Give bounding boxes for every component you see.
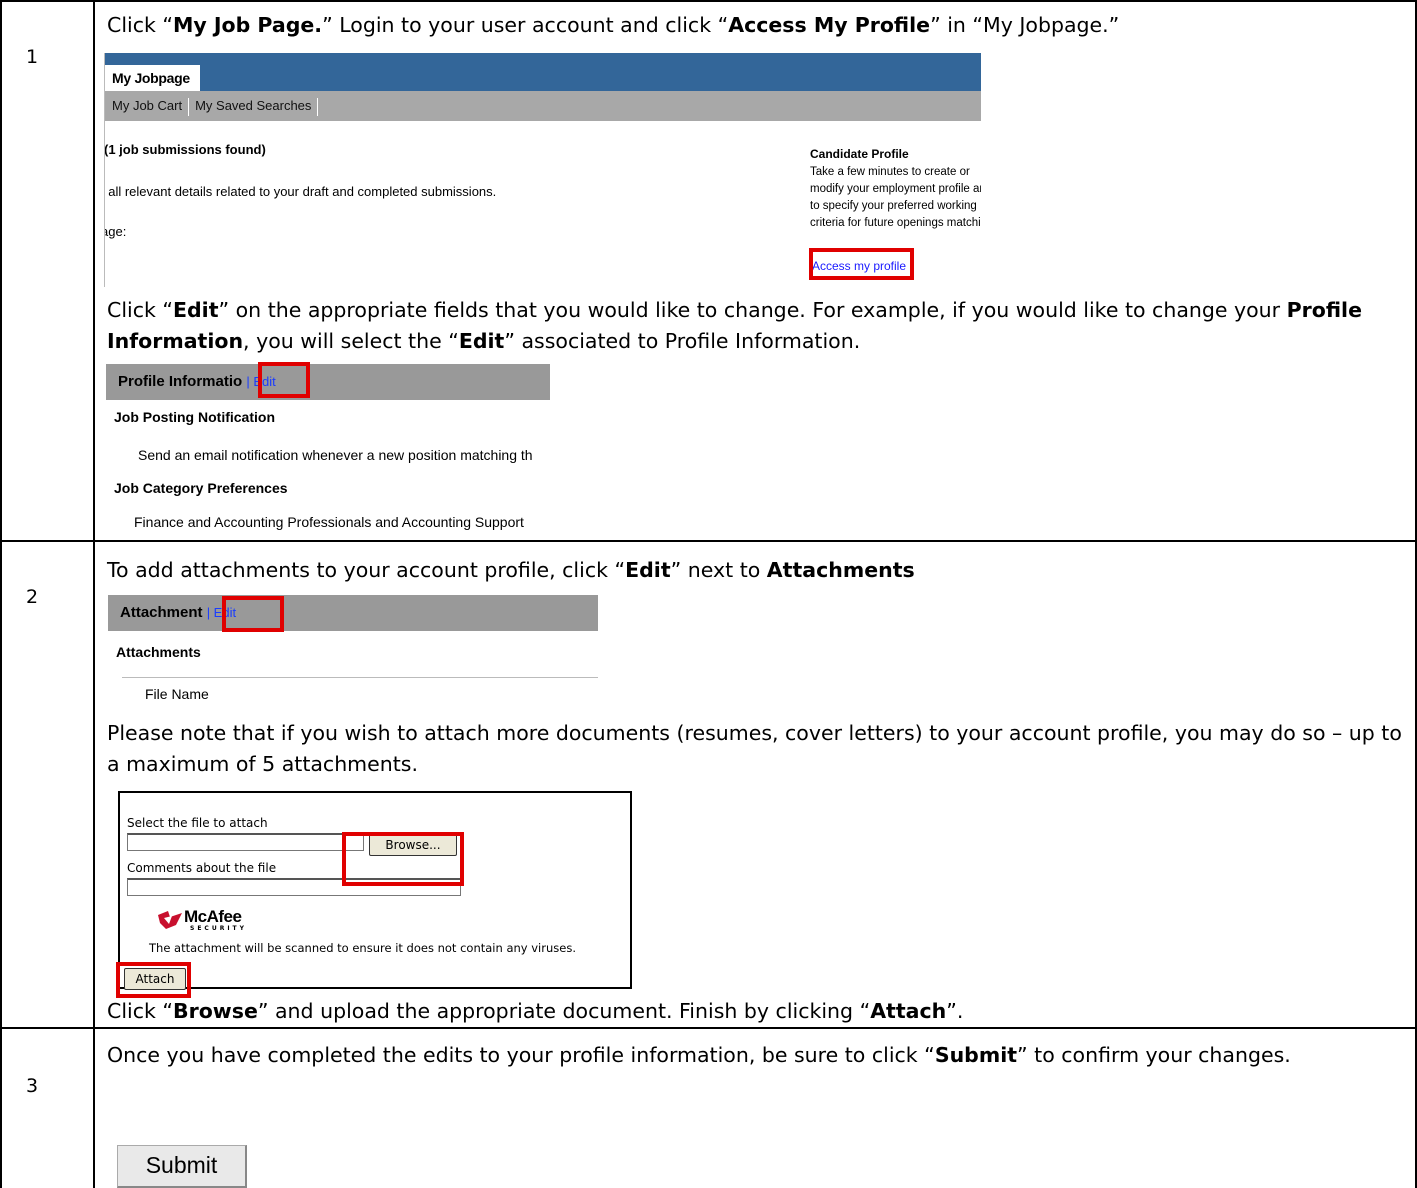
- mcafee-shield-icon: [158, 911, 182, 929]
- text-run: Once you have completed the edits to you…: [107, 1043, 935, 1067]
- nav-my-saved-searches[interactable]: My Saved Searches: [195, 98, 311, 113]
- nav-separator: [317, 97, 319, 116]
- profile-information-title: Profile Informatio: [118, 373, 243, 390]
- file-name-label: File Name: [145, 686, 209, 702]
- select-file-label: Select the file to attach: [127, 816, 268, 830]
- table-border: [0, 0, 1417, 2]
- mcafee-security: SECURITY: [190, 925, 247, 932]
- attachments-screenshot: Attachment | Edit Attachments File Name: [108, 595, 598, 710]
- attachments-header: Attachment | Edit: [108, 595, 598, 631]
- table-border: [0, 1027, 1417, 1029]
- jobpage-screenshot: My Jobpage My Job Cart My Saved Searches …: [104, 53, 981, 287]
- instruction-text: Click “My Job Page.” Login to your user …: [107, 10, 1407, 41]
- text-run: Click “: [107, 298, 173, 322]
- highlight-box: [809, 248, 914, 280]
- bold-term: Edit: [172, 298, 219, 322]
- divider: [122, 677, 598, 678]
- attachments-title: Attachment: [120, 604, 203, 621]
- text-run: Click “: [107, 13, 173, 37]
- nav-my-job-cart[interactable]: My Job Cart: [112, 98, 182, 113]
- text-run: ”.: [946, 999, 964, 1023]
- comments-label: Comments about the file: [127, 861, 277, 875]
- submit-button[interactable]: Submit: [117, 1145, 247, 1188]
- tab-my-jobpage[interactable]: My Jobpage: [104, 65, 200, 91]
- text-run: ” to confirm your changes.: [1017, 1043, 1291, 1067]
- instruction-text: Click “Edit” on the appropriate fields t…: [107, 295, 1407, 357]
- highlight-box: [116, 962, 191, 998]
- bold-term: Browse: [172, 999, 258, 1023]
- job-category-preferences-title: Job Category Preferences: [114, 480, 288, 496]
- mcafee-wordmark: McAfee: [184, 907, 242, 926]
- step-number: 1: [26, 46, 39, 68]
- step-number: 2: [26, 586, 39, 608]
- highlight-box: [258, 362, 310, 398]
- job-category-preferences-text: Finance and Accounting Professionals and…: [134, 514, 524, 530]
- highlight-box: [342, 832, 464, 886]
- file-path-input[interactable]: [127, 833, 364, 851]
- bold-term: Access My Profile: [728, 13, 931, 37]
- bold-term: My Job Page.: [172, 13, 323, 37]
- table-border: [0, 0, 2, 1188]
- attach-form-screenshot: Select the file to attach Browse... Comm…: [118, 791, 632, 990]
- bold-term: Attachments: [766, 558, 915, 582]
- bold-term: Attach: [870, 999, 947, 1023]
- text-run: Please note that if you wish to attach m…: [107, 721, 1402, 776]
- instruction-text: Click “Browse” and upload the appropriat…: [107, 996, 1407, 1027]
- text-run: ” and upload the appropriate document. F…: [257, 999, 871, 1023]
- highlight-box: [222, 596, 284, 632]
- text-run: ” Login to your user account and click “: [322, 13, 729, 37]
- table-border: [93, 0, 95, 1188]
- instruction-text: Once you have completed the edits to you…: [107, 1040, 1397, 1071]
- jobpage-header-bar: [104, 53, 981, 91]
- candidate-profile-text: Take a few minutes to create or modify y…: [810, 166, 981, 229]
- text-run: ” next to: [670, 558, 767, 582]
- text-run: ” in “My Jobpage.”: [930, 13, 1120, 37]
- profile-information-header: Profile Informatio | Edit: [106, 364, 550, 400]
- table-border: [0, 540, 1417, 542]
- jobpage-nav: My Job Cart My Saved Searches: [104, 91, 981, 121]
- text-run: ” on the appropriate fields that you wou…: [218, 298, 1287, 322]
- mcafee-logo: McAfee SECURITY: [156, 907, 276, 935]
- candidate-profile-title: Candidate Profile: [810, 147, 909, 161]
- screenshot-edge: [104, 53, 105, 287]
- bold-term: Edit: [625, 558, 671, 582]
- text-run: Click “: [107, 999, 173, 1023]
- step-number: 3: [26, 1075, 39, 1097]
- attachments-section-title: Attachments: [116, 644, 201, 660]
- job-posting-notification-text: Send an email notification whenever a ne…: [138, 447, 533, 463]
- nav-separator: [188, 97, 190, 116]
- submissions-found: (1 job submissions found): [104, 142, 266, 157]
- text-run: ” associated to Profile Information.: [504, 329, 861, 353]
- submissions-details: ; all relevant details related to your d…: [104, 184, 497, 199]
- text-run: To add attachments to your account profi…: [107, 558, 626, 582]
- bold-term: Edit: [458, 329, 505, 353]
- instruction-text: To add attachments to your account profi…: [107, 555, 1407, 586]
- job-posting-notification-title: Job Posting Notification: [114, 409, 275, 425]
- profile-screenshot: Profile Informatio | Edit Job Posting No…: [106, 364, 550, 536]
- bold-term: Submit: [934, 1043, 1018, 1067]
- text-run: , you will select the “: [243, 329, 459, 353]
- page-label: age:: [104, 224, 127, 239]
- scan-note: The attachment will be scanned to ensure…: [149, 941, 576, 955]
- instruction-text: Please note that if you wish to attach m…: [107, 718, 1407, 780]
